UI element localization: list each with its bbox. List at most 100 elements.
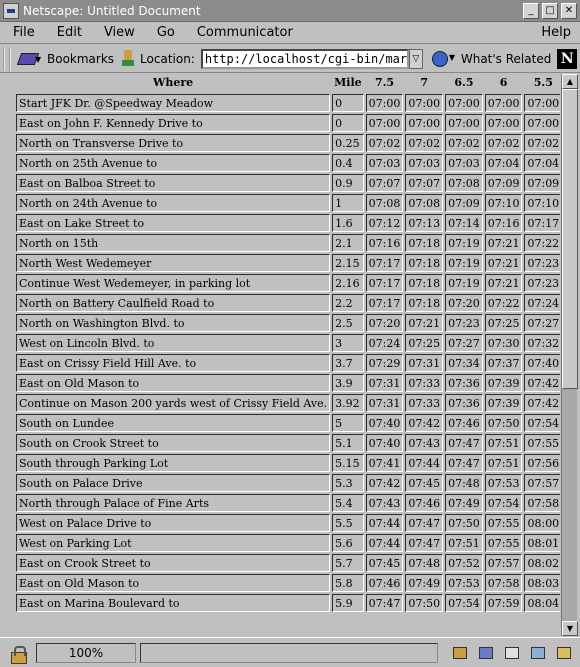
cell-pace-6-5: 07:47 xyxy=(445,454,483,472)
bookmarks-icon[interactable]: ▼ xyxy=(16,49,43,69)
cell-pace-7-5: 07:17 xyxy=(365,254,404,272)
cell-pace-5-5: 07:23 xyxy=(524,274,560,292)
table-row: South through Parking Lot 5.15 07:41 07:44 0… xyxy=(16,454,560,472)
cell-mile: 2.5 xyxy=(332,314,364,332)
table-row: North on Transverse Drive to 0.25 07:02 07:… xyxy=(16,134,560,152)
cell-pace-6-5: 07:19 xyxy=(445,254,483,272)
route-table: Where Mile 7.5 7 6.5 6 5.5 5 Start JFK D… xyxy=(14,74,560,614)
cell-pace-6-5: 07:36 xyxy=(445,394,483,412)
table-row: East on Old Mason to 3.9 07:31 07:33 07:36 07… xyxy=(16,374,560,392)
cell-where: East on Marina Boulevard to xyxy=(16,594,331,612)
cell-pace-7: 07:42 xyxy=(405,414,444,432)
cell-pace-7-5: 07:40 xyxy=(365,434,404,452)
menu-edit[interactable]: Edit xyxy=(44,25,91,40)
minimize-button[interactable]: _ xyxy=(523,2,539,19)
location-icon[interactable] xyxy=(120,49,136,68)
vertical-scrollbar[interactable]: ▲ ▼ xyxy=(561,74,578,636)
cell-mile: 5.9 xyxy=(332,594,364,612)
cell-pace-5-5: 07:58 xyxy=(524,494,560,512)
table-row: Continue West Wedemeyer, in parking lot 2… xyxy=(16,274,560,292)
cell-pace-5-5: 07:40 xyxy=(524,354,560,372)
table-row: West on Parking Lot 5.6 07:44 07:47 07:51 07:… xyxy=(16,534,560,552)
mail-tray-icon[interactable] xyxy=(502,644,522,662)
cell-mile: 5.3 xyxy=(332,474,364,492)
cell-pace-7-5: 07:44 xyxy=(365,534,404,552)
cell-where: West on Palace Drive to xyxy=(16,514,331,532)
cell-pace-6-5: 07:19 xyxy=(445,234,483,252)
cell-pace-7: 07:03 xyxy=(405,154,444,172)
menu-communicator[interactable]: Communicator xyxy=(184,25,302,40)
cell-pace-7-5: 07:03 xyxy=(365,154,404,172)
cell-pace-7: 07:31 xyxy=(405,354,444,372)
cell-pace-6: 07:50 xyxy=(484,414,523,432)
composer-tray-icon[interactable] xyxy=(554,644,574,662)
cell-pace-7-5: 07:08 xyxy=(365,194,404,212)
cell-where: East on Old Mason to xyxy=(16,574,331,592)
cell-pace-6: 07:39 xyxy=(484,374,523,392)
scrollbar-thumb[interactable] xyxy=(562,89,578,389)
navigator-tray-icon[interactable] xyxy=(476,644,496,662)
page-content: Where Mile 7.5 7 6.5 6 5.5 5 Start JFK D… xyxy=(14,74,560,636)
cell-pace-7: 07:25 xyxy=(405,334,444,352)
cell-pace-7-5: 07:16 xyxy=(365,234,404,252)
location-dropdown-button[interactable]: ▽ xyxy=(408,48,423,69)
cell-pace-7: 07:47 xyxy=(405,534,444,552)
cell-pace-6: 07:37 xyxy=(484,354,523,372)
cell-pace-6: 07:21 xyxy=(484,234,523,252)
header-mile: Mile xyxy=(334,75,362,89)
security-tray-icon[interactable] xyxy=(450,644,470,662)
toolbar-grip-handle[interactable] xyxy=(3,46,11,71)
menu-file[interactable]: File xyxy=(0,25,44,40)
bookmarks-button[interactable]: Bookmarks xyxy=(47,52,114,66)
cell-pace-5-5: 07:10 xyxy=(524,194,560,212)
cell-where: North on 15th xyxy=(16,234,331,252)
cell-pace-6: 07:21 xyxy=(484,274,523,292)
status-bar: 100% xyxy=(0,637,580,667)
scroll-down-arrow-icon[interactable]: ▼ xyxy=(562,621,578,636)
table-row: North on 25th Avenue to 0.4 07:03 07:03 07:0… xyxy=(16,154,560,172)
header-pace-6-5: 6.5 xyxy=(454,75,474,89)
cell-pace-7-5: 07:20 xyxy=(365,314,404,332)
scroll-up-arrow-icon[interactable]: ▲ xyxy=(562,74,578,89)
header-pace-7: 7 xyxy=(420,75,429,89)
close-button[interactable]: ✕ xyxy=(561,2,577,19)
cell-pace-7-5: 07:42 xyxy=(365,474,404,492)
menu-help[interactable]: Help xyxy=(528,25,580,40)
cell-mile: 5.4 xyxy=(332,494,364,512)
menu-view[interactable]: View xyxy=(91,25,144,40)
header-pace-6: 6 xyxy=(499,75,508,89)
cell-pace-6-5: 07:51 xyxy=(445,534,483,552)
cell-pace-6: 07:25 xyxy=(484,314,523,332)
maximize-button[interactable]: □ xyxy=(542,2,558,19)
cell-mile: 5.6 xyxy=(332,534,364,552)
cell-pace-7: 07:44 xyxy=(405,454,444,472)
whats-related-icon[interactable]: ▼ xyxy=(431,49,457,69)
window-titlebar: Netscape: Untitled Document _ □ ✕ xyxy=(0,0,580,22)
security-lock-icon[interactable] xyxy=(8,644,28,664)
cell-pace-6-5: 07:03 xyxy=(445,154,483,172)
window-app-icon[interactable] xyxy=(3,2,19,19)
netscape-logo[interactable]: N xyxy=(557,48,578,69)
location-input[interactable]: http://localhost/cgi-bin/mara xyxy=(200,48,409,69)
cell-pace-5-5: 08:00 xyxy=(524,514,560,532)
table-row: South on Lundee 5 07:40 07:42 07:46 07:50 07:5… xyxy=(16,414,560,432)
discussions-tray-icon[interactable] xyxy=(528,644,548,662)
cell-mile: 1 xyxy=(332,194,364,212)
cell-pace-7-5: 07:46 xyxy=(365,574,404,592)
cell-pace-6-5: 07:19 xyxy=(445,274,483,292)
cell-mile: 1.6 xyxy=(332,214,364,232)
table-row: Continue on Mason 200 yards west of Cris… xyxy=(16,394,560,412)
cell-mile: 0.25 xyxy=(332,134,364,152)
zoom-level: 100% xyxy=(36,642,136,663)
whats-related-button[interactable]: What's Related xyxy=(461,52,551,66)
cell-pace-7: 07:50 xyxy=(405,594,444,612)
cell-mile: 5.8 xyxy=(332,574,364,592)
menu-go[interactable]: Go xyxy=(144,25,184,40)
cell-pace-5-5: 08:01 xyxy=(524,534,560,552)
cell-where: Continue on Mason 200 yards west of Cris… xyxy=(16,394,331,412)
cell-pace-5-5: 07:57 xyxy=(524,474,560,492)
cell-where: East on Crook Street to xyxy=(16,554,331,572)
table-row: East on Crook Street to 5.7 07:45 07:48 07:5… xyxy=(16,554,560,572)
header-pace-7-5: 7.5 xyxy=(374,75,395,89)
cell-pace-6: 07:21 xyxy=(484,254,523,272)
